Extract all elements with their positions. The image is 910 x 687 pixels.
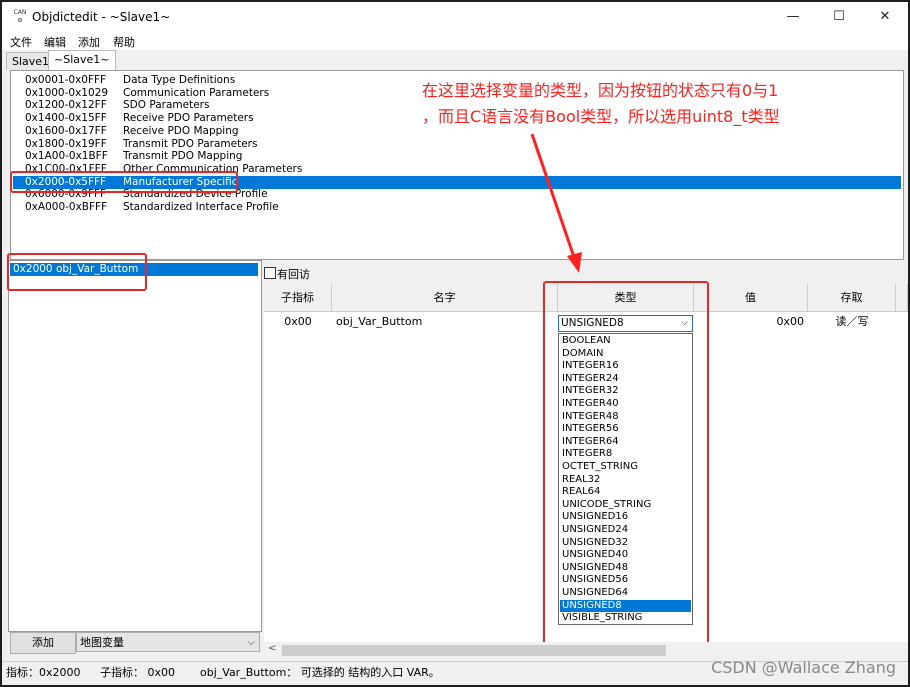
horizontal-scrollbar[interactable]: < (264, 642, 908, 659)
chevron-down-icon: ⌵ (247, 637, 255, 648)
watermark: CSDN @Wallace Zhang (711, 658, 896, 677)
header-access[interactable]: 存取 (808, 284, 896, 312)
status-description: obj_Var_Buttom： 可选择的 结构的入口 VAR。 (200, 666, 440, 679)
status-subindex: 子指标： 0x00 (100, 666, 176, 679)
cell-value[interactable]: 0x00 (694, 312, 804, 332)
callback-checkbox[interactable] (264, 267, 276, 279)
header-name[interactable]: 名字 (332, 284, 558, 312)
callback-checkbox-label: 有回访 (277, 268, 310, 281)
header-subindex[interactable]: 子指标 (264, 284, 332, 312)
highlight-range-box (10, 171, 238, 193)
index-list[interactable]: 0x2000 obj_Var_Buttom (8, 260, 262, 632)
cell-name[interactable]: obj_Var_Buttom (336, 312, 556, 332)
scroll-left-icon[interactable]: < (268, 643, 276, 654)
add-button[interactable]: 添加 (10, 632, 76, 654)
cell-subindex[interactable]: 0x00 (264, 312, 332, 332)
status-index: 指标：0x2000 (6, 666, 81, 679)
cell-access[interactable]: 读／写 (808, 312, 896, 332)
header-filler (896, 284, 908, 312)
header-value[interactable]: 值 (694, 284, 808, 312)
scrollbar-thumb[interactable] (282, 645, 666, 656)
combo-value: 地图变量 (80, 636, 124, 649)
callback-checkbox-row[interactable]: 有回访 (264, 266, 310, 282)
highlight-index-box (7, 253, 147, 291)
highlight-type-box (543, 281, 709, 645)
variable-type-combo[interactable]: 地图变量 ⌵ (76, 632, 260, 652)
app-window: CAN ⚙ Objdictedit - ~Slave1~ — ☐ ✕ 文件 编辑 … (2, 2, 908, 685)
